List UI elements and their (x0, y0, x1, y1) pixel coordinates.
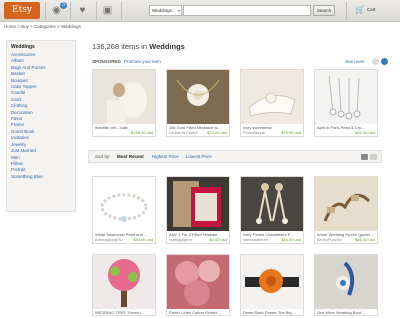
listing-title: WEDDING TREE 'Green I... (95, 310, 145, 315)
listing-card[interactable]: One More Wedding Bout... (314, 254, 378, 316)
listing-card[interactable]: 18k Gold Filled Necklace w... LauraLeeCl… (166, 69, 230, 137)
listing-image[interactable] (93, 70, 155, 124)
sort-highest-price[interactable]: Highest Price (152, 154, 179, 159)
listing-price: $14.00 usd (281, 237, 301, 242)
listing-shop[interactable]: ArtimaginingTw (95, 237, 122, 242)
listing-image[interactable] (167, 70, 229, 124)
listing-image[interactable] (167, 255, 229, 309)
listing-card[interactable]: Fabric Linen Cotton Flower... (166, 254, 230, 316)
sort-most-recent[interactable]: Most Recent (117, 154, 144, 159)
listing-shop[interactable]: craftygalgem (169, 237, 192, 242)
listing-card[interactable]: White Swarovski Pearl and ... Artimagini… (92, 176, 156, 244)
sidebar-title: Weddings (11, 44, 35, 50)
divider (45, 2, 46, 20)
listing-meta: VanessaBrum $14.00 usd (241, 237, 303, 243)
listing-card[interactable]: Dress Sash Flower The Big ... (240, 254, 304, 316)
search-input[interactable] (183, 5, 311, 16)
sort-label: Sort by: (95, 154, 111, 159)
sort-bar: Sort by: Most Recent Highest Price Lowes… (88, 150, 382, 163)
see-more-link[interactable]: See more (345, 59, 365, 64)
divider (121, 2, 122, 20)
listing-title: One More Wedding Bout... (317, 310, 365, 315)
listing-price: $138.00 usd (130, 130, 153, 135)
listing-price: $85.00 usd (355, 237, 375, 242)
listing-image[interactable] (241, 70, 303, 124)
listing-card[interactable]: Wood Wedding Puzzle (guest... BeckyPuzzl… (314, 176, 378, 244)
listing-image[interactable] (241, 177, 303, 231)
listing-meta: ArtimaginingTw $30.00 usd (93, 237, 155, 243)
top-navigation-bar: Etsy ◉ 3 ♥ ▣ Weddings ▾ Search 🛒 Cart (0, 0, 400, 22)
listing-image[interactable] (315, 177, 377, 231)
carousel-prev-button[interactable] (372, 58, 379, 65)
heart-icon[interactable]: ♥ (76, 4, 89, 17)
listing-shop[interactable]: BeckyPuzzles (317, 237, 342, 242)
listing-card[interactable]: Ivory Pearls Chandeliers E... VanessaBru… (240, 176, 304, 244)
cart-link[interactable]: Cart (367, 7, 376, 12)
listing-shop[interactable]: VanessaBrum (243, 237, 268, 242)
listing-price: $22.00 usd (355, 130, 375, 135)
listing-image[interactable] (315, 255, 377, 309)
divider (96, 2, 97, 20)
breadcrumb: Home > Buy > Categories > Weddings (4, 24, 81, 29)
listing-meta: PrichoBizzie $79.95 usd (241, 130, 303, 136)
carousel-next-button[interactable] (381, 58, 388, 65)
sort-lowest-price[interactable]: Lowest Price (186, 154, 212, 159)
results-count-text: 136,268 items in (92, 42, 150, 51)
sponsored-label: SPONSORED (92, 59, 121, 64)
listing-meta: $22.00 usd (315, 130, 377, 136)
listing-meta: $138.00 usd (93, 130, 155, 136)
listing-card[interactable]: ivory sweetness PrichoBizzie $79.95 usd (240, 69, 304, 137)
listing-image[interactable] (93, 255, 155, 309)
divider (346, 2, 347, 20)
search-category-value: Weddings (152, 8, 172, 13)
listing-image[interactable] (93, 177, 155, 231)
chevron-down-icon: ▾ (177, 8, 180, 13)
sidebar-item-something-blue[interactable]: Something Blue (11, 174, 75, 180)
promote-item-link[interactable]: Promote your item (124, 59, 161, 64)
listing-image[interactable] (167, 177, 229, 231)
listing-card[interactable]: mantilla veil - Julie $138.00 usd (92, 69, 156, 137)
list-view-icon[interactable] (370, 154, 377, 160)
listing-shop[interactable]: PrichoBizzie (243, 130, 265, 135)
cart-icon[interactable]: 🛒 (355, 5, 365, 14)
results-count: 136,268 items in Weddings (92, 42, 185, 51)
listing-card[interactable]: WEDDING TREE 'Green I... (92, 254, 156, 316)
listing-card[interactable]: ANY 3 For 2 Filled Hessian... craftygalg… (166, 176, 230, 244)
search-button[interactable]: Search (313, 5, 335, 16)
box-icon[interactable]: ▣ (101, 4, 114, 17)
listing-shop[interactable]: LauraLeeClarke (169, 130, 197, 135)
listing-title: Dress Sash Flower The Big ... (243, 310, 297, 315)
grid-view-icon[interactable] (361, 154, 368, 160)
divider (70, 2, 71, 20)
search-category-select[interactable]: Weddings ▾ (149, 5, 182, 16)
listing-price: $79.95 usd (281, 130, 301, 135)
listing-card[interactable]: April in Paris Pearl & Cry... $22.00 usd (314, 69, 378, 137)
listing-price: $22.00 usd (207, 130, 227, 135)
listing-price: $3.00 usd (209, 237, 227, 242)
category-sidebar: Weddings Accessories Album Bags And Purs… (6, 40, 76, 212)
results-category: Weddings (149, 42, 185, 51)
listing-image[interactable] (241, 255, 303, 309)
listing-price: $30.00 usd (133, 237, 153, 242)
listing-meta: craftygalgem $3.00 usd (167, 237, 229, 243)
listing-meta: LauraLeeClarke $22.00 usd (167, 130, 229, 136)
listing-title: Fabric Linen Cotton Flower... (169, 310, 221, 315)
notification-badge: 3 (60, 2, 67, 9)
listing-image[interactable] (315, 70, 377, 124)
listing-meta: BeckyPuzzles $85.00 usd (315, 237, 377, 243)
etsy-logo[interactable]: Etsy (4, 2, 40, 19)
